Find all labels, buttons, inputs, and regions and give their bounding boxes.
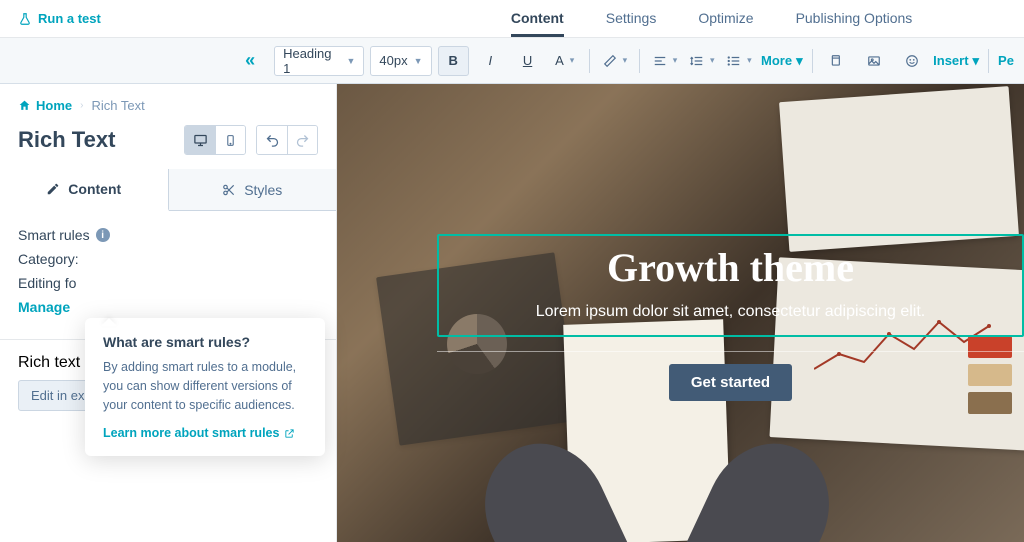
format-dropdown[interactable]: Heading 1 ▼: [274, 46, 364, 76]
separator: [639, 49, 640, 73]
sidebar-collapse: «: [0, 38, 264, 83]
editing-for-label: Editing fo: [18, 275, 76, 291]
main-columns: Home › Rich Text Rich Text Content: [0, 84, 1024, 542]
emoji-icon: [905, 54, 919, 68]
desktop-toggle[interactable]: [185, 126, 215, 154]
link-icon: [830, 54, 844, 68]
insert-dropdown[interactable]: Insert▾: [933, 53, 979, 69]
tab-content[interactable]: Content: [511, 1, 564, 37]
hero-block: Growth theme Lorem ipsum dolor sit amet,…: [437, 204, 1024, 401]
hero-cta-button[interactable]: Get started: [669, 364, 792, 401]
separator: [812, 49, 813, 73]
undo-button[interactable]: [257, 126, 287, 154]
editor-toolbar-row: « Heading 1 ▼ 40px ▼ B I U A▾ ▾ ▾ ▾ ▾ More…: [0, 38, 1024, 84]
scissors-icon: [222, 183, 236, 197]
highlighter-icon: [603, 54, 617, 68]
link-button[interactable]: [822, 46, 853, 76]
format-dropdown-label: Heading 1: [283, 46, 340, 76]
manage-link[interactable]: Manage: [18, 299, 70, 315]
editing-for-row: Editing fo: [18, 275, 318, 291]
underline-button[interactable]: U: [512, 46, 543, 76]
align-icon: [653, 54, 667, 68]
redo-icon: [295, 133, 310, 148]
top-tabs: Content Settings Optimize Publishing Opt…: [511, 1, 912, 37]
tab-publishing[interactable]: Publishing Options: [796, 1, 913, 37]
caret-down-icon: ▼: [414, 56, 423, 66]
image-icon: [867, 54, 881, 68]
rich-text-toolbar: Heading 1▼ 40px▼ B I U A▾ ▾ ▾ ▾ ▾ More▾ …: [264, 38, 1024, 83]
popover-title: What are smart rules?: [103, 334, 307, 350]
category-row: Category:: [18, 251, 318, 267]
mobile-icon: [224, 133, 237, 148]
breadcrumb-home[interactable]: Home: [18, 98, 72, 113]
top-bar: Run a test Content Settings Optimize Pub…: [0, 0, 1024, 38]
separator: [589, 49, 590, 73]
collapse-chevron-icon[interactable]: «: [245, 50, 252, 71]
tab-settings[interactable]: Settings: [606, 1, 657, 37]
size-dropdown[interactable]: 40px ▼: [370, 46, 431, 76]
align-button[interactable]: ▾: [649, 46, 680, 76]
panel-title-row: Rich Text: [0, 121, 336, 169]
mobile-toggle[interactable]: [215, 126, 245, 154]
hero-divider: [437, 351, 1024, 352]
undo-icon: [265, 133, 280, 148]
image-button[interactable]: [859, 46, 890, 76]
size-dropdown-label: 40px: [379, 53, 407, 68]
panel-tab-content[interactable]: Content: [0, 169, 169, 211]
popover-body: By adding smart rules to a module, you c…: [103, 358, 307, 414]
home-icon: [18, 99, 31, 112]
italic-button[interactable]: I: [475, 46, 506, 76]
line-height-button[interactable]: ▾: [687, 46, 718, 76]
popover-learn-link[interactable]: Learn more about smart rules: [103, 426, 307, 440]
undo-redo-group: [256, 125, 318, 155]
redo-button[interactable]: [287, 126, 317, 154]
sidebar: Home › Rich Text Rich Text Content: [0, 84, 337, 542]
smart-rules-label: Smart rules: [18, 227, 90, 243]
caret-down-icon: ▼: [346, 56, 355, 66]
highlight-button[interactable]: ▾: [599, 46, 630, 76]
panel-title: Rich Text: [18, 127, 115, 153]
breadcrumb-current: Rich Text: [91, 98, 144, 113]
chevron-right-icon: ›: [80, 100, 83, 111]
smart-rules-row: Smart rules i: [18, 227, 318, 243]
hero-subtitle[interactable]: Lorem ipsum dolor sit amet, consectetur …: [459, 303, 1002, 321]
tab-optimize[interactable]: Optimize: [698, 1, 753, 37]
panel-title-actions: [184, 125, 318, 155]
pencil-icon: [46, 182, 60, 196]
category-label: Category:: [18, 251, 79, 267]
truncated-action[interactable]: Pe: [998, 53, 1014, 68]
selected-module-outline[interactable]: Growth theme Lorem ipsum dolor sit amet,…: [437, 234, 1024, 337]
list-icon: [727, 54, 741, 68]
more-dropdown[interactable]: More▾: [761, 53, 803, 69]
info-icon[interactable]: i: [96, 228, 110, 242]
list-button[interactable]: ▾: [724, 46, 755, 76]
manage-row: Manage: [18, 299, 318, 315]
external-link-icon: [284, 428, 295, 439]
breadcrumb: Home › Rich Text: [0, 84, 336, 121]
bold-button[interactable]: B: [438, 46, 469, 76]
run-test-label: Run a test: [38, 11, 101, 26]
run-test-link[interactable]: Run a test: [18, 11, 101, 26]
separator: [988, 49, 989, 73]
desktop-icon: [193, 133, 208, 148]
flask-icon: [18, 12, 32, 26]
panel-tab-styles[interactable]: Styles: [169, 169, 337, 210]
panel-tabs: Content Styles: [0, 169, 336, 211]
preview-canvas[interactable]: Growth theme Lorem ipsum dolor sit amet,…: [337, 84, 1024, 542]
line-height-icon: [690, 54, 704, 68]
smart-rules-popover: What are smart rules? By adding smart ru…: [85, 318, 325, 456]
hero-title[interactable]: Growth theme: [459, 244, 1002, 291]
text-color-button[interactable]: A▾: [549, 46, 580, 76]
device-toggle: [184, 125, 246, 155]
emoji-button[interactable]: [896, 46, 927, 76]
